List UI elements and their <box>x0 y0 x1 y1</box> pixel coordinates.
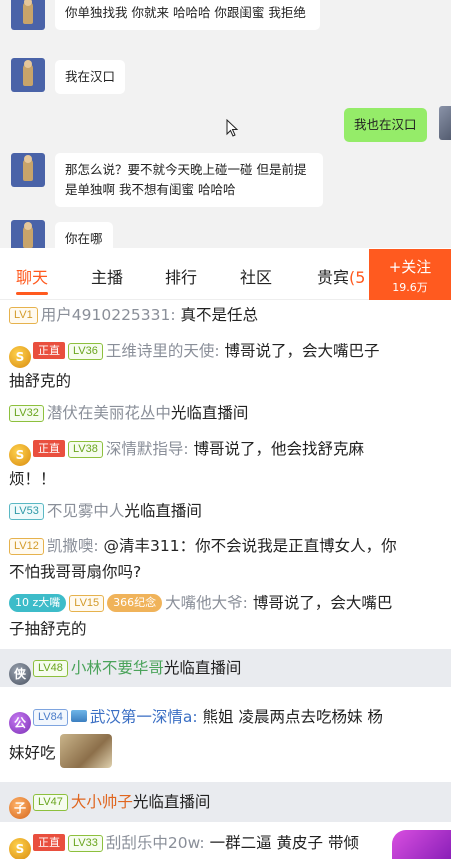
danmaku-item: 10 z大嘴 LV15 366纪念 大嘴他大爷: 博哥说了，会大嘴巴 子抽舒克的 <box>0 590 451 642</box>
message-text: 光临直播间 <box>170 404 249 422</box>
level-badge: LV53 <box>9 503 44 520</box>
message-text: 熊姐 凌晨两点去吃杨妹 杨 <box>202 708 383 726</box>
knight-medal-icon: 侠 <box>9 663 31 685</box>
danmaku-item: 公 LV84 武汉第一深情a: 熊姐 凌晨两点去吃杨妹 杨 妹好吃 <box>0 704 451 768</box>
username[interactable]: 不见雾中人 <box>47 502 125 520</box>
username[interactable]: 小林不要华哥 <box>71 659 164 677</box>
avatar[interactable] <box>11 220 45 248</box>
danmaku-item: LV1 用户4910225331: 真不是任总 <box>0 302 451 328</box>
sun-medal-icon: S <box>9 838 31 859</box>
tab-ranking[interactable]: 排行 <box>165 264 197 288</box>
danmaku-item: LV32 潜伏在美丽花丛中光临直播间 <box>0 400 451 426</box>
message-text: @清丰311：你不会说我是正直博女人，你 <box>103 537 397 555</box>
username[interactable]: 大小帅子 <box>71 793 133 811</box>
gift-button[interactable] <box>392 830 451 859</box>
message-text: 博哥说了，他会找舒克麻 <box>193 440 365 458</box>
username[interactable]: 凯撒噢: <box>47 537 99 555</box>
chat-bubble-self: 我也在汉口 <box>344 108 427 142</box>
username[interactable]: 深情默指导: <box>106 440 189 458</box>
avatar[interactable] <box>11 58 45 92</box>
sun-medal-icon: S <box>9 346 31 368</box>
emoji-icon <box>70 710 87 722</box>
username[interactable]: 潜伏在美丽花丛中 <box>47 404 171 422</box>
message-text-cont: 烦！！ <box>9 470 56 488</box>
level-badge: LV84 <box>33 709 68 726</box>
anniversary-badge: 366纪念 <box>107 594 163 612</box>
message-text: 一群二逼 黄皮子 带倾 <box>209 834 359 852</box>
role-badge: 正直 <box>33 834 65 851</box>
role-badge: 正直 <box>33 440 65 457</box>
username[interactable]: 大嘴他大爷: <box>165 594 248 612</box>
prince-medal-icon: 子 <box>9 797 31 819</box>
avatar[interactable] <box>11 153 45 187</box>
danmaku-list[interactable]: LV1 用户4910225331: 真不是任总 S 正直 LV36 王维诗里的天使: 博… <box>0 300 451 859</box>
level-badge: LV1 <box>9 307 38 324</box>
chat-bubble: 那怎么说？要不就今天晚上碰一碰 但是前提是单独啊 我不想有闺蜜 哈哈哈 <box>55 153 323 207</box>
danmaku-item-entry: 侠 LV48 小林不要华哥光临直播间 <box>0 649 451 687</box>
danmaku-item: S 正直 LV33 刮刮乐中20w: 一群二逼 黄皮子 带倾 <box>0 830 451 859</box>
tab-host[interactable]: 主播 <box>91 264 123 288</box>
message-text: 真不是任总 <box>180 306 259 324</box>
username[interactable]: 武汉第一深情a: <box>90 708 198 726</box>
mouse-cursor-icon <box>226 119 239 137</box>
tab-chat[interactable]: 聊天 <box>16 264 48 288</box>
message-text: 光临直播间 <box>132 793 211 811</box>
username[interactable]: 刮刮乐中20w: <box>106 834 205 852</box>
self-avatar[interactable] <box>439 106 451 140</box>
message-text-cont: 子抽舒克的 <box>9 620 87 638</box>
level-badge: LV36 <box>68 343 103 360</box>
level-badge: LV15 <box>69 595 105 612</box>
sun-medal-icon: S <box>9 444 31 466</box>
follower-count: 19.6万 <box>392 281 428 294</box>
follow-button[interactable]: +关注 19.6万 <box>369 249 451 301</box>
level-badge: LV12 <box>9 538 44 555</box>
username[interactable]: 王维诗里的天使: <box>106 342 220 360</box>
username[interactable]: 用户4910225331: <box>41 306 176 324</box>
level-badge: LV47 <box>33 794 68 811</box>
message-text-cont: 抽舒克的 <box>9 372 72 390</box>
level-badge: LV32 <box>9 405 44 422</box>
message-text: 博哥说了，会大嘴巴 <box>252 594 393 612</box>
message-text: 光临直播间 <box>163 659 242 677</box>
role-badge: 正直 <box>33 342 65 359</box>
danmaku-item: S 正直 LV38 深情默指导: 博哥说了，他会找舒克麻 烦！！ <box>0 436 451 492</box>
level-badge: LV48 <box>33 660 68 677</box>
tab-vip-count: (5 <box>349 268 366 287</box>
avatar[interactable] <box>11 0 45 30</box>
danmaku-item: S 正直 LV36 王维诗里的天使: 博哥说了，会大嘴巴子 抽舒克的 <box>0 338 451 394</box>
tab-community[interactable]: 社区 <box>240 264 272 288</box>
fan-club-badge: 10 z大嘴 <box>9 594 67 612</box>
level-badge: LV33 <box>68 835 103 852</box>
danmaku-item-entry: 子 LV47 大小帅子光临直播间 <box>0 782 451 822</box>
tab-vip[interactable]: 贵宾(5 <box>317 264 365 288</box>
duke-medal-icon: 公 <box>9 712 31 734</box>
danmaku-item: LV53 不见雾中人光临直播间 <box>0 498 451 524</box>
chat-bubble: 你在哪 <box>55 222 113 248</box>
sticker-image <box>60 734 113 768</box>
message-text-cont: 妹好吃 <box>9 744 56 762</box>
message-text: 光临直播间 <box>124 502 202 520</box>
chat-bubble: 我在汉口 <box>55 60 126 94</box>
tab-active-indicator <box>16 292 48 295</box>
level-badge: LV38 <box>68 441 103 458</box>
chat-area: 你单独找我 你就来 哈哈哈 你跟闺蜜 我拒绝 我在汉口 我也在汉口 那怎么说？要… <box>0 0 451 248</box>
danmaku-item: LV12 凯撒噢: @清丰311：你不会说我是正直博女人，你 不怕我哥哥扇你吗? <box>0 533 451 585</box>
chat-bubble: 你单独找我 你就来 哈哈哈 你跟闺蜜 我拒绝 <box>55 0 320 30</box>
message-text: 博哥说了，会大嘴巴子 <box>224 342 380 360</box>
follow-label: +关注 <box>388 258 432 276</box>
message-text-cont: 不怕我哥哥扇你吗? <box>9 563 142 581</box>
